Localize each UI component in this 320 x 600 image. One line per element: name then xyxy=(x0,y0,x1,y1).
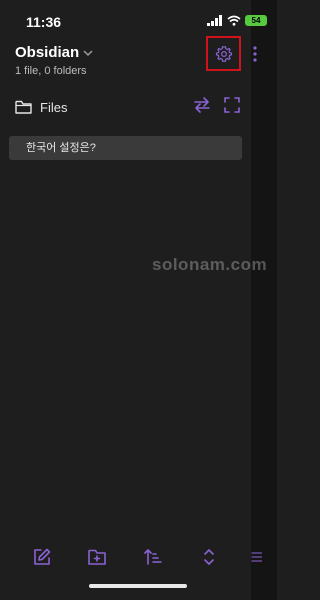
watermark: solonam.com xyxy=(152,255,268,274)
file-item-name: 한국어 설정은? xyxy=(26,142,96,154)
new-note-icon[interactable] xyxy=(33,548,51,566)
folder-icon xyxy=(15,100,32,114)
expand-icon[interactable] xyxy=(223,96,241,114)
vault-switcher[interactable]: Obsidian xyxy=(15,44,93,61)
menu-icon[interactable] xyxy=(250,548,262,566)
bottom-toolbar xyxy=(0,548,277,578)
settings-button[interactable] xyxy=(206,36,241,71)
vault-header[interactable]: Obsidian 1 file, 0 folders xyxy=(15,44,93,77)
file-item[interactable]: 한국어 설정은? xyxy=(9,136,242,160)
status-time: 11:36 xyxy=(26,14,62,30)
vault-summary: 1 file, 0 folders xyxy=(15,65,87,77)
chevron-down-icon xyxy=(83,49,93,56)
files-panel-title: Files xyxy=(40,99,68,115)
battery-indicator: 54 xyxy=(245,15,267,26)
side-edge xyxy=(251,0,277,600)
files-panel-header: Files xyxy=(15,96,241,118)
settings-gear-icon xyxy=(215,45,232,62)
sort-icon[interactable] xyxy=(144,548,162,566)
swap-icon[interactable] xyxy=(193,96,211,114)
battery-level: 54 xyxy=(251,16,261,25)
wifi-icon xyxy=(227,15,241,26)
status-icons: 54 xyxy=(207,15,267,26)
status-bar: 11:36 54 xyxy=(0,0,277,40)
expand-collapse-icon[interactable] xyxy=(200,548,218,566)
signal-icon xyxy=(207,15,222,26)
more-vertical-icon[interactable] xyxy=(253,46,257,62)
files-panel-actions xyxy=(193,96,241,114)
home-indicator xyxy=(89,584,187,588)
vault-name: Obsidian xyxy=(15,44,80,61)
new-folder-icon[interactable] xyxy=(88,548,106,566)
